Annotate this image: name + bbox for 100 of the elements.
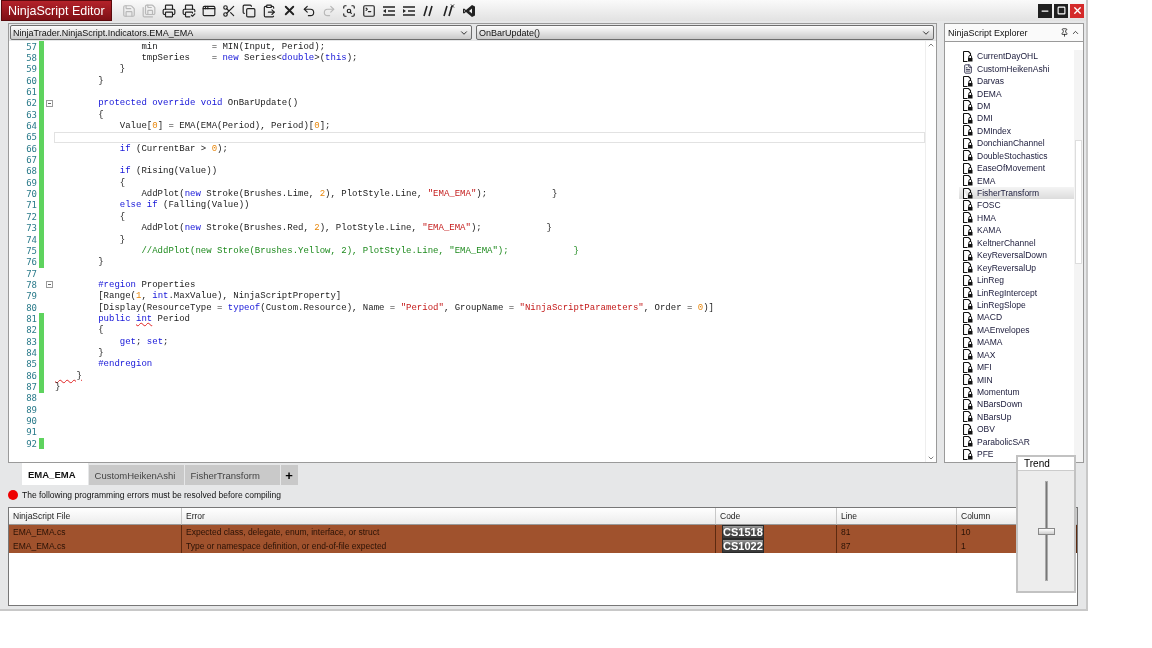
line-number: 91 <box>25 427 38 438</box>
explorer-item[interactable]: DMIndex <box>959 124 1013 138</box>
locked-file-icon <box>963 287 973 299</box>
explorer-item[interactable]: DonchianChannel <box>959 137 1047 150</box>
explorer-item[interactable]: NBarsDown <box>959 398 1025 411</box>
locked-file-icon <box>963 199 973 211</box>
explorer-item[interactable]: DMI <box>959 112 995 125</box>
collapse-icon[interactable] <box>45 281 53 289</box>
line-number: 88 <box>25 393 38 404</box>
table-cell: EMA_EMA.cs <box>9 525 182 539</box>
column-header[interactable]: Error <box>182 508 716 525</box>
code-line: [Display(ResourceType = typeof(Custom.Resource), Name = "Period", GroupName = "NinjaScriptParameters", Order = 0)] <box>97 302 714 313</box>
column-header[interactable]: Code <box>716 508 837 525</box>
file-tab[interactable]: FisherTransform <box>184 465 280 485</box>
scroll-up-icon[interactable] <box>1071 28 1080 37</box>
explorer-item[interactable]: MAMA <box>959 336 1005 349</box>
table-cell: EMA_EMA.cs <box>9 539 182 553</box>
code-line: } <box>97 257 104 268</box>
explorer-item[interactable]: FOSC <box>959 199 1003 212</box>
explorer-item[interactable]: Darvas <box>959 74 1006 88</box>
explorer-item[interactable]: DoubleStochastics <box>959 149 1050 162</box>
line-number: 80 <box>25 302 38 313</box>
explorer-item[interactable]: LinRegIntercept <box>959 286 1039 299</box>
slider[interactable] <box>1037 481 1055 581</box>
code-line: #region Properties <box>97 279 196 290</box>
explorer-item[interactable]: ParabolicSAR <box>959 435 1032 448</box>
locked-file-icon <box>963 324 973 336</box>
scrollbar[interactable] <box>1074 50 1083 462</box>
line-number: 77 <box>25 268 38 279</box>
class-dropdown[interactable]: NinjaTrader.NinjaScript.Indicators.EMA_EMA <box>10 25 472 40</box>
line-number: 74 <box>25 234 38 245</box>
error-code-chip[interactable]: CS1022 <box>722 539 764 553</box>
explorer-item[interactable]: CurrentDayOHL <box>959 50 1040 63</box>
pin-icon[interactable] <box>1060 28 1069 37</box>
line-number: 61 <box>25 87 38 98</box>
explorer-item[interactable]: MIN <box>959 373 995 386</box>
error-status-icon <box>8 489 18 500</box>
collapse-icon[interactable] <box>45 99 53 107</box>
explorer-item[interactable]: OBV <box>959 423 997 436</box>
explorer-item[interactable]: EMA <box>959 174 998 187</box>
line-number: 69 <box>25 177 38 188</box>
explorer-item[interactable]: CustomHeikenAshi <box>959 62 1052 75</box>
code-line: public int Period <box>97 313 191 324</box>
line-number: 92 <box>25 438 38 449</box>
add-tab-button[interactable]: + <box>280 465 298 485</box>
scroll-down-icon[interactable] <box>927 454 935 462</box>
code-line: if (CurrentBar > 0); <box>118 143 228 154</box>
explorer-item[interactable]: KeyReversalDown <box>959 249 1049 262</box>
locked-file-icon <box>963 125 973 137</box>
line-number: 71 <box>25 200 38 211</box>
explorer-item[interactable]: DM <box>959 99 993 113</box>
line-number: 62 <box>25 98 38 109</box>
member-dropdown[interactable]: OnBarUpdate() <box>476 25 934 40</box>
line-number: 84 <box>25 347 38 358</box>
code-line: { <box>97 325 104 336</box>
column-header[interactable]: NinjaScript File <box>9 508 182 525</box>
line-number: 70 <box>25 189 38 200</box>
locked-file-icon <box>963 349 973 361</box>
explorer-item[interactable]: KeltnerChannel <box>959 236 1038 249</box>
file-tab[interactable]: EMA_EMA <box>22 463 88 485</box>
explorer-item[interactable]: NBarsUp <box>959 410 1014 424</box>
explorer-item[interactable]: HMA <box>959 211 998 225</box>
explorer-item[interactable]: MFI <box>959 360 994 374</box>
locked-file-icon <box>963 112 973 124</box>
line-number: 90 <box>25 416 38 426</box>
explorer-item[interactable]: KeyReversalUp <box>959 261 1039 274</box>
explorer-item[interactable]: EaseOfMovement <box>959 161 1048 175</box>
explorer-item[interactable]: LinRegSlope <box>959 298 1028 312</box>
restore-icon[interactable] <box>1054 3 1068 18</box>
code-line: tmpSeries = new Series<double>(this); <box>140 53 358 63</box>
explorer-item[interactable]: PFE <box>959 448 996 461</box>
code-line: get; set; <box>118 336 169 347</box>
file-tab[interactable]: CustomHeikenAshi <box>88 465 184 485</box>
explorer-item[interactable]: FisherTransform <box>959 186 1074 200</box>
error-code-chip[interactable]: CS1518 <box>722 525 764 539</box>
locked-file-icon <box>963 212 973 224</box>
minimize-icon[interactable] <box>1038 3 1052 18</box>
explorer-item[interactable]: Momentum <box>959 385 1022 399</box>
explorer-item[interactable]: MAX <box>959 348 998 361</box>
code-line: } <box>75 370 82 381</box>
explorer-item[interactable]: LinReg <box>959 273 1006 287</box>
uncomment-icon[interactable] <box>442 3 457 18</box>
scroll-up-icon[interactable] <box>927 41 935 49</box>
table-cell: Expected class, delegate, enum, interface, or struct <box>182 525 716 539</box>
locked-file-icon <box>963 262 973 274</box>
slider-thumb[interactable] <box>1037 527 1055 535</box>
locked-file-icon <box>963 448 973 460</box>
code-line: AddPlot(new Stroke(Brushes.Lime, 2), PlotStyle.Line, "EMA_EMA"); } <box>140 189 558 200</box>
explorer-item[interactable]: KAMA <box>959 224 1004 237</box>
scrollbar[interactable] <box>925 41 936 462</box>
column-header[interactable]: Line <box>837 508 957 525</box>
code-line: { <box>118 177 126 188</box>
explorer-item[interactable]: MACD <box>959 311 1005 324</box>
locked-file-icon <box>963 137 973 149</box>
code-line: AddPlot(new Stroke(Brushes.Red, 2), PlotStyle.Line, "EMA_EMA"); } <box>140 223 552 234</box>
explorer-item[interactable]: MAEnvelopes <box>959 323 1032 337</box>
window-title: NinjaScript Editor <box>1 0 112 21</box>
explorer-item[interactable]: DEMA <box>959 87 1004 100</box>
code-line: #endregion <box>97 359 153 370</box>
panel-title: NinjaScript Explorer <box>948 27 1029 38</box>
